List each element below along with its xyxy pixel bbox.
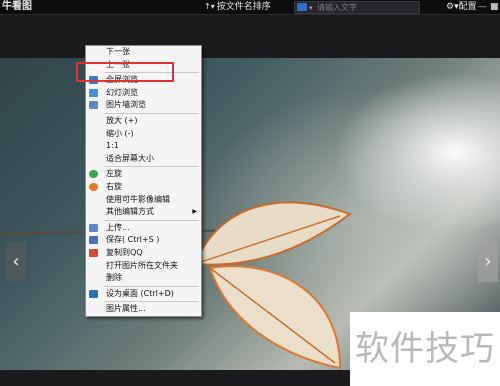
menu-separator (104, 285, 199, 287)
menu-item[interactable]: 上传... (86, 222, 201, 235)
menu-item-label: 右旋 (106, 181, 122, 191)
menu-item[interactable]: 保存( Ctrl+S ) (86, 234, 201, 247)
search-input[interactable] (317, 2, 415, 13)
settings-label: 配置 (458, 2, 477, 12)
menu-separator (104, 301, 199, 303)
highlight-annotation (76, 62, 174, 82)
menu-item-label: 设为桌面 (Ctrl+D) (106, 288, 174, 298)
save-icon (89, 236, 98, 245)
submenu-arrow-icon: ▶ (192, 208, 197, 216)
gear-icon: ⚙ (446, 2, 455, 12)
menu-item[interactable]: 删除 (86, 272, 201, 285)
sort-arrow-icon: ↑▾ (204, 2, 215, 11)
next-image-button[interactable]: › (478, 242, 498, 282)
context-menu: 下一张 上一张 全屏浏览 幻灯浏览 图片墙浏览 放大 (+) 缩小 (-) 1:1 适合屏幕大小… (85, 45, 202, 317)
menu-item[interactable]: 图片墙浏览 (86, 99, 201, 112)
previous-image-button[interactable]: ‹ (6, 242, 26, 282)
menu-separator (104, 166, 199, 168)
app-title: 牛看图 (2, 1, 32, 12)
menu-item[interactable]: 缩小 (-) (86, 128, 201, 141)
menu-item-label: 幻灯浏览 (106, 87, 138, 97)
menu-item[interactable]: 右旋 (86, 181, 201, 194)
menu-item[interactable]: 1:1 (86, 140, 201, 153)
desktop-icon (89, 289, 98, 298)
menu-item-label: 保存( Ctrl+S ) (106, 235, 160, 245)
search-engine-icon[interactable] (297, 3, 307, 11)
menu-item-label: 复制到QQ (106, 247, 143, 257)
menu-item[interactable]: 设为桌面 (Ctrl+D) (86, 288, 201, 301)
slideshow-icon (89, 88, 98, 97)
menu-item-label: 1:1 (106, 141, 119, 151)
chevron-down-icon[interactable]: ▾ (309, 1, 313, 15)
menu-item-label: 图片墙浏览 (106, 100, 146, 110)
close-button[interactable]: ■ (490, 0, 499, 14)
menu-item-label: 适合屏幕大小 (106, 153, 154, 163)
menu-item-label: 打开图片所在文件夹 (106, 260, 178, 270)
menu-item[interactable]: 使用可牛影像编辑 (86, 194, 201, 207)
menu-item-label: 下一张 (106, 47, 130, 56)
menu-item-label: 放大 (+) (106, 115, 138, 125)
menu-item[interactable]: 打开图片所在文件夹 (86, 260, 201, 273)
menu-separator (104, 112, 199, 114)
menu-item-label: 图片属性... (106, 304, 146, 314)
rotate-left-icon (89, 170, 98, 179)
settings-button[interactable]: ⚙▾配置 (446, 0, 477, 14)
menu-separator (104, 219, 199, 221)
leaf-image-lower (208, 265, 342, 370)
menu-item[interactable]: 下一张 (86, 46, 201, 59)
menu-item[interactable]: 适合屏幕大小 (86, 153, 201, 166)
sort-button[interactable]: ↑▾ 按文件名排序 (204, 0, 271, 14)
menu-item[interactable]: 复制到QQ (86, 247, 201, 260)
menu-item-label: 上传... (106, 222, 130, 232)
menu-item-label: 缩小 (-) (106, 128, 134, 138)
menu-item[interactable]: 放大 (+) (86, 115, 201, 128)
title-bar: 牛看图 ↑▾按文件名排序 ▾ ⚙▾配置 — ■ (0, 0, 500, 15)
grid-icon (89, 101, 98, 110)
menu-item[interactable]: 图片属性... (86, 303, 201, 316)
menu-item-label: 左旋 (106, 169, 122, 179)
menu-item-label: 使用可牛影像编辑 (106, 194, 170, 204)
menu-item[interactable]: 幻灯浏览 (86, 87, 201, 100)
menu-item-label: 删除 (106, 273, 122, 283)
sort-label: 按文件名排序 (216, 2, 271, 12)
menu-item[interactable]: 其他编辑方式 ▶ (86, 206, 201, 219)
menu-item[interactable]: 左旋 (86, 168, 201, 181)
upload-icon (89, 223, 98, 232)
menu-item-label: 其他编辑方式 (106, 207, 154, 217)
rotate-right-icon (89, 182, 98, 191)
search-box[interactable]: ▾ (294, 1, 420, 14)
watermark: 软件技巧 (350, 312, 500, 386)
minimize-button[interactable]: — (478, 0, 487, 14)
qq-icon (89, 248, 98, 257)
